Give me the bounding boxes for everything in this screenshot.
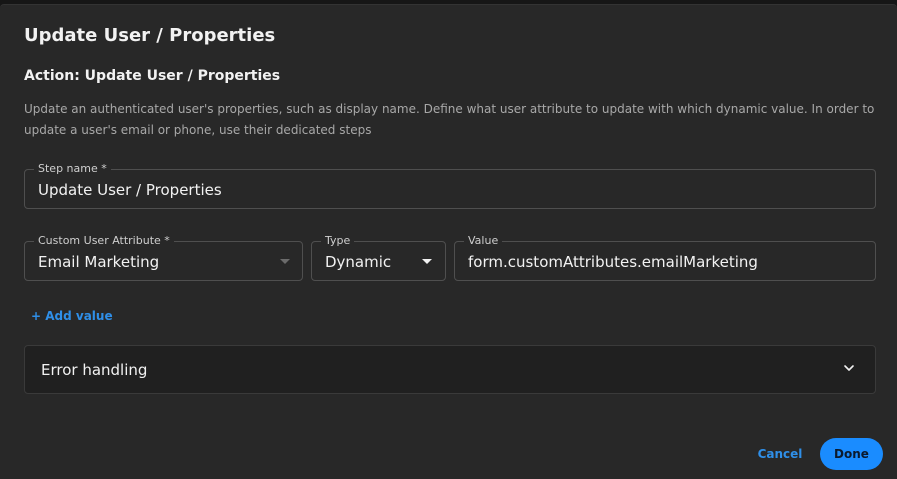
value-field[interactable]: Value form.customAttributes.emailMarketi… [454,234,876,281]
type-label: Type [321,234,355,248]
step-name-input[interactable]: Update User / Properties [38,181,222,199]
value-input[interactable]: form.customAttributes.emailMarketing [468,253,758,271]
chevron-down-icon[interactable] [280,259,290,264]
value-label: Value [464,234,503,248]
add-value-button[interactable]: + Add value [31,309,113,323]
cancel-button[interactable]: Cancel [752,438,808,470]
custom-user-attribute-select[interactable]: Custom User Attribute * Email Marketing [24,234,303,281]
action-title: Action: Update User / Properties [24,68,281,84]
chevron-down-icon[interactable] [843,362,855,374]
error-handling-accordion[interactable]: Error handling [24,345,876,394]
error-handling-label: Error handling [41,361,148,379]
step-name-label: Step name * [34,162,111,176]
type-value: Dynamic [325,253,392,271]
update-user-properties-dialog: Update User / Properties Action: Update … [0,4,897,479]
custom-user-attribute-label: Custom User Attribute * [34,234,174,248]
chevron-down-icon[interactable] [422,259,432,264]
type-select[interactable]: Type Dynamic [311,234,446,281]
dialog-title: Update User / Properties [24,25,276,46]
done-button[interactable]: Done [820,438,883,470]
step-name-field[interactable]: Step name * Update User / Properties [24,162,876,209]
action-description: Update an authenticated user's propertie… [24,102,875,137]
custom-user-attribute-value: Email Marketing [38,253,160,271]
